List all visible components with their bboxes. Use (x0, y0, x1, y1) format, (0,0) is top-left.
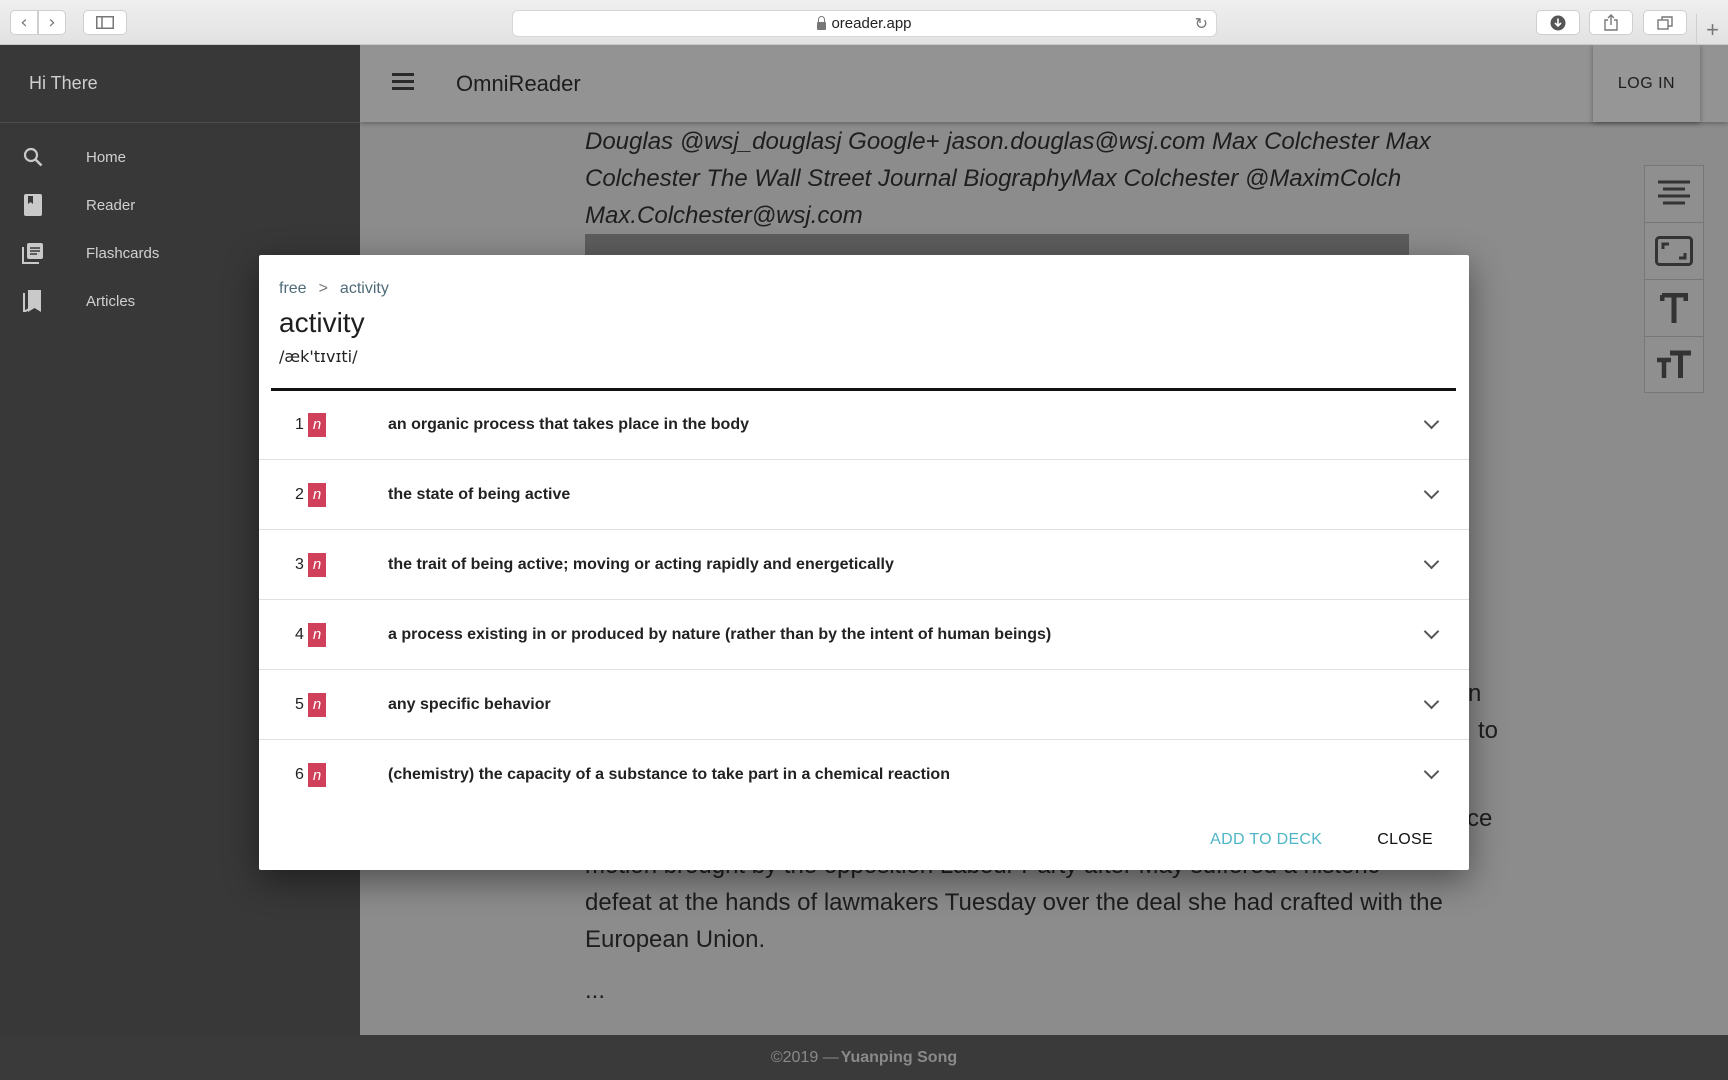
fit-screen-icon (1655, 236, 1693, 266)
sense-definition: any specific behavior (388, 695, 551, 713)
lock-icon (817, 15, 827, 30)
align-center-icon (1658, 180, 1690, 205)
part-of-speech-badge: n (308, 763, 326, 787)
library-icon (22, 242, 44, 264)
part-of-speech-badge: n (308, 692, 326, 717)
sense-definition: the state of being active (388, 485, 571, 503)
browser-toolbar: ‹ › oreader.app ↻ + (0, 0, 1728, 45)
browser-back-button[interactable]: ‹ (10, 10, 38, 35)
byline-line: Max.Colchester@wsj.com (585, 202, 863, 229)
breadcrumb-item[interactable]: free (279, 280, 307, 297)
sense-number: 5 (295, 695, 304, 713)
sidebar-icon (96, 16, 114, 29)
sense-number: 3 (295, 555, 304, 573)
body-line: European Union. (585, 926, 766, 953)
author-name: Yuanping Song (840, 1048, 958, 1066)
sense-item[interactable]: 2 n the state of being active (259, 460, 1469, 530)
sidebar-item-reader[interactable]: Reader (0, 181, 360, 229)
url-text: oreader.app (831, 15, 912, 32)
app-title: OmniReader (456, 71, 581, 96)
part-of-speech-badge: n (308, 412, 326, 437)
chevron-down-icon[interactable] (1423, 413, 1440, 430)
sense-item[interactable]: 4 n a process existing in or produced by… (259, 600, 1469, 670)
fit-screen-button[interactable] (1644, 222, 1704, 279)
download-icon (1550, 15, 1566, 30)
sense-definition: (chemistry) the capacity of a substance … (388, 766, 950, 783)
align-button[interactable] (1644, 165, 1704, 222)
article-fragment: ce (1467, 805, 1493, 832)
reload-icon[interactable]: ↻ (1195, 14, 1208, 33)
browser-forward-button[interactable]: › (38, 10, 66, 35)
sidebar-item-label: Articles (86, 292, 136, 310)
text-size-button[interactable] (1644, 279, 1704, 336)
breadcrumb-item[interactable]: activity (340, 280, 389, 297)
dialog-actions: ADD TO DECK CLOSE (1210, 831, 1433, 849)
headword: activity (279, 307, 365, 338)
sidebar-item-label: Reader (86, 196, 136, 214)
search-icon (22, 146, 44, 168)
body-line: defeat at the hands of lawmakers Tuesday… (585, 889, 1443, 916)
sense-number: 1 (295, 415, 304, 433)
tabs-overview-button[interactable] (1643, 10, 1687, 35)
copyright-text: ©2019 — (770, 1048, 839, 1066)
footer: ©2019 — Yuanping Song (0, 1035, 1728, 1080)
sidebar-item-label: Home (86, 148, 127, 166)
chevron-right-icon: › (48, 12, 56, 33)
sidebar-greeting: Hi There (0, 45, 360, 123)
app-bar: OmniReader LOG IN (360, 45, 1728, 122)
part-of-speech-badge: n (308, 482, 326, 507)
sense-definition: the trait of being active; moving or act… (388, 555, 894, 573)
new-tab-button[interactable]: + (1696, 14, 1728, 45)
sidebar-toggle-button[interactable] (83, 10, 127, 35)
chevron-down-icon[interactable] (1423, 553, 1440, 570)
sense-item[interactable]: 5 n any specific behavior (259, 670, 1469, 740)
login-button[interactable]: LOG IN (1593, 45, 1700, 122)
sense-number: 4 (295, 625, 304, 643)
address-bar[interactable]: oreader.app ↻ (512, 10, 1217, 37)
share-icon (1604, 14, 1618, 31)
sense-item[interactable]: 1 n an organic process that takes place … (259, 390, 1469, 460)
text-size-large-button[interactable] (1644, 336, 1704, 393)
sidebar-item-home[interactable]: Home (0, 133, 360, 181)
add-to-deck-button[interactable]: ADD TO DECK (1210, 831, 1322, 849)
article-fragment: n (1468, 680, 1482, 707)
part-of-speech-badge: n (308, 552, 326, 577)
sense-item[interactable]: 3 n the trait of being active; moving or… (259, 530, 1469, 600)
close-button[interactable]: CLOSE (1377, 831, 1433, 849)
breadcrumb: free > activity (279, 280, 389, 298)
sense-item[interactable]: 6 n (chemistry) the capacity of a substa… (259, 740, 1469, 810)
book-icon (22, 194, 44, 216)
sidebar-item-label: Flashcards (86, 244, 160, 262)
chevron-down-icon[interactable] (1423, 693, 1440, 710)
chevron-down-icon[interactable] (1423, 623, 1440, 640)
share-button[interactable] (1589, 10, 1633, 35)
sense-number: 2 (295, 485, 304, 503)
article-byline: Douglas @wsj_douglasj Google+ jason.doug… (585, 123, 1495, 234)
chevron-down-icon[interactable] (1423, 763, 1440, 780)
article-fragment: to (1478, 717, 1499, 744)
breadcrumb-separator: > (318, 280, 328, 297)
sense-number: 6 (295, 766, 304, 783)
part-of-speech-badge: n (308, 622, 326, 647)
chevron-left-icon: ‹ (20, 12, 28, 33)
bookmarks-icon (22, 290, 44, 312)
byline-line: Douglas @wsj_douglasj Google+ jason.doug… (585, 128, 1431, 155)
article-body: motion brought by the opposition Labour … (585, 847, 1495, 1009)
menu-icon[interactable] (392, 73, 414, 90)
text-size-icon (1660, 293, 1688, 323)
sense-definition: an organic process that takes place in t… (388, 415, 749, 433)
definition-dialog: free > activity activity /æk'tɪvɪti/ 1 n a… (259, 255, 1469, 870)
chevron-down-icon[interactable] (1423, 483, 1440, 500)
byline-line: Colchester The Wall Street Journal Biogr… (585, 165, 1402, 192)
tabs-icon (1657, 15, 1673, 30)
sense-list: 1 n an organic process that takes place … (259, 390, 1469, 810)
pronunciation: /æk'tɪvɪti/ (279, 347, 358, 366)
article-ellipsis: ... (585, 977, 606, 1004)
reader-toolbar (1644, 165, 1704, 393)
downloads-button[interactable] (1536, 10, 1580, 35)
text-size-large-icon (1657, 350, 1691, 378)
sense-definition: a process existing in or produced by nat… (388, 625, 1052, 643)
